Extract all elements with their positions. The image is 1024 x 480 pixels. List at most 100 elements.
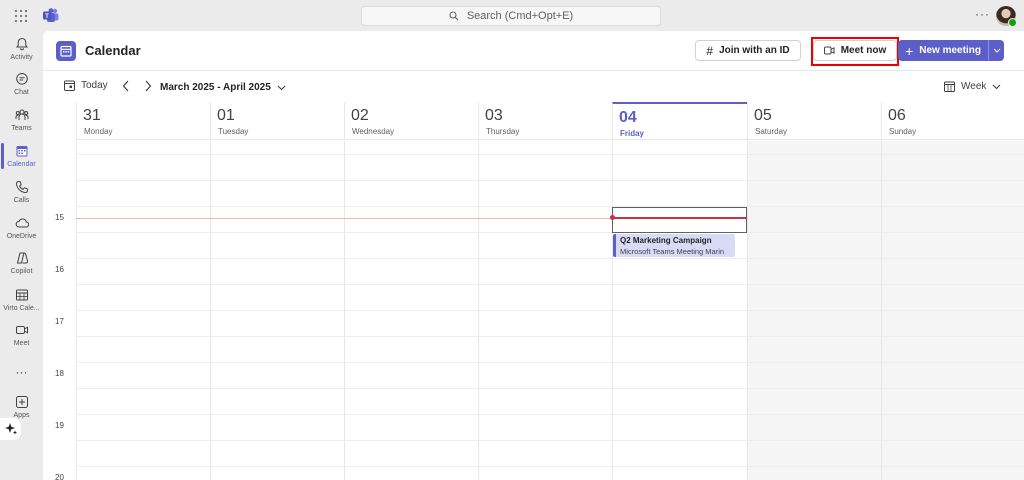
phone-icon	[15, 180, 28, 194]
app-rail: Activity Chat Teams Calendar Calls OneDr…	[0, 31, 43, 480]
half-hour-line	[76, 206, 1024, 207]
plus-square-icon	[15, 396, 28, 408]
day-header-wednesday[interactable]: 02 Wednesday	[344, 102, 478, 140]
app-launcher-icon[interactable]	[15, 10, 27, 22]
day-number: 05	[754, 107, 772, 124]
copilot-icon	[16, 252, 28, 264]
svg-text:T: T	[45, 14, 49, 20]
hour-line	[76, 336, 1024, 337]
more-options-icon[interactable]: ···	[975, 7, 990, 21]
chevron-down-icon	[993, 48, 1000, 53]
chevron-right-icon	[145, 80, 152, 92]
day-name: Thursday	[486, 127, 520, 136]
rail-item-teams[interactable]: Teams	[0, 108, 43, 142]
half-hour-line	[76, 414, 1024, 415]
day-name: Friday	[620, 129, 645, 138]
day-header-friday[interactable]: 04 Friday	[612, 102, 747, 140]
selected-time-slot[interactable]	[612, 207, 747, 233]
previous-week-button[interactable]	[122, 80, 130, 95]
search-input[interactable]: Search (Cmd+Opt+E)	[361, 6, 661, 26]
hour-line	[76, 180, 1024, 181]
hour-line	[76, 388, 1024, 389]
rail-item-chat[interactable]: Chat	[0, 72, 43, 106]
rail-item-activity[interactable]: Activity	[0, 37, 43, 71]
hour-label: 16	[55, 265, 64, 274]
hour-label: 17	[55, 317, 64, 326]
current-time-dot	[610, 215, 615, 220]
calendar-icon	[16, 146, 27, 157]
rail-label: Meet	[13, 340, 30, 347]
day-name: Tuesday	[218, 127, 249, 136]
search-icon	[449, 11, 459, 21]
event-subtitle: Microsoft Teams Meeting Marin	[620, 247, 725, 256]
video-icon	[15, 326, 28, 334]
rail-label: Teams	[11, 125, 32, 132]
cloud-icon	[15, 218, 29, 228]
page-title: Calendar	[85, 43, 141, 58]
hash-icon: #	[706, 43, 714, 58]
day-header-monday[interactable]: 31 Monday	[76, 102, 210, 140]
join-with-id-button[interactable]: # Join with an ID	[695, 40, 801, 61]
more-apps-label: ···	[15, 365, 28, 379]
calendar-view-icon	[944, 81, 955, 92]
day-number: 04	[619, 109, 637, 126]
rail-item-calendar[interactable]: Calendar	[0, 144, 43, 178]
join-label: Join with an ID	[719, 45, 790, 56]
new-meeting-label: New meeting	[919, 45, 981, 56]
day-header-tuesday[interactable]: 01 Tuesday	[210, 102, 344, 140]
day-header-thursday[interactable]: 03 Thursday	[478, 102, 612, 140]
teams-logo-icon: T	[43, 8, 59, 22]
half-hour-line	[76, 310, 1024, 311]
grid-calendar-icon	[15, 289, 28, 301]
rail-item-onedrive[interactable]: OneDrive	[0, 216, 43, 250]
rail-item-meet[interactable]: Meet	[0, 323, 43, 357]
copilot-sparkle-icon[interactable]	[0, 418, 21, 440]
day-name: Monday	[84, 127, 113, 136]
chat-icon	[15, 73, 28, 85]
rail-label: Calendar	[7, 161, 36, 168]
hour-label: 18	[55, 369, 64, 378]
rail-item-calls[interactable]: Calls	[0, 180, 43, 214]
bell-icon	[15, 37, 28, 51]
rail-label: Virto Cale...	[3, 305, 40, 312]
hour-label: 19	[55, 421, 64, 430]
today-button[interactable]: Today	[64, 80, 108, 91]
event-title: Q2 Marketing Campaign	[620, 236, 712, 245]
day-name: Sunday	[889, 127, 917, 136]
main-panel: Calendar # Join with an ID Meet now + Ne…	[43, 31, 1024, 480]
more-apps-icon[interactable]: ···	[0, 365, 43, 379]
title-bar: T Search (Cmd+Opt+E) ···	[0, 0, 1024, 31]
hour-label: 20	[55, 473, 64, 480]
view-selector[interactable]: Week	[944, 81, 1001, 92]
rail-label: Copilot	[10, 268, 33, 275]
rail-item-virto-calendar[interactable]: Virto Cale...	[0, 288, 43, 322]
rail-label: Activity	[10, 54, 33, 61]
day-header-saturday[interactable]: 05 Saturday	[747, 102, 881, 140]
day-number: 31	[83, 107, 101, 124]
half-hour-line	[76, 466, 1024, 467]
view-label: Week	[961, 81, 987, 92]
day-number: 03	[485, 107, 503, 124]
week-grid[interactable]: 15 16 17 18 19 20 Q2 Marketing Campaign …	[43, 141, 1024, 480]
calendar-toolbar: Today March 2025 - April 2025 Week	[43, 72, 1024, 102]
hour-line	[76, 284, 1024, 285]
day-number: 06	[888, 107, 906, 124]
rail-item-copilot[interactable]: Copilot	[0, 251, 43, 285]
day-header-sunday[interactable]: 06 Sunday	[881, 102, 1024, 140]
current-time-line	[76, 218, 612, 219]
calendar-event[interactable]: Q2 Marketing Campaign Microsoft Teams Me…	[613, 234, 735, 257]
today-label: Today	[81, 80, 108, 91]
day-number: 02	[351, 107, 369, 124]
presence-available-icon	[1008, 18, 1017, 27]
next-week-button[interactable]	[144, 80, 152, 95]
chevron-left-icon	[122, 80, 129, 92]
half-hour-line	[76, 154, 1024, 155]
rail-label: Calls	[13, 197, 30, 204]
date-range-picker[interactable]: March 2025 - April 2025	[160, 82, 286, 93]
new-meeting-button[interactable]: + New meeting	[898, 40, 988, 61]
half-hour-line	[76, 362, 1024, 363]
search-placeholder: Search (Cmd+Opt+E)	[466, 10, 574, 22]
new-meeting-dropdown[interactable]	[988, 40, 1004, 61]
plus-icon: +	[905, 42, 914, 59]
calendar-app-icon	[56, 41, 76, 61]
